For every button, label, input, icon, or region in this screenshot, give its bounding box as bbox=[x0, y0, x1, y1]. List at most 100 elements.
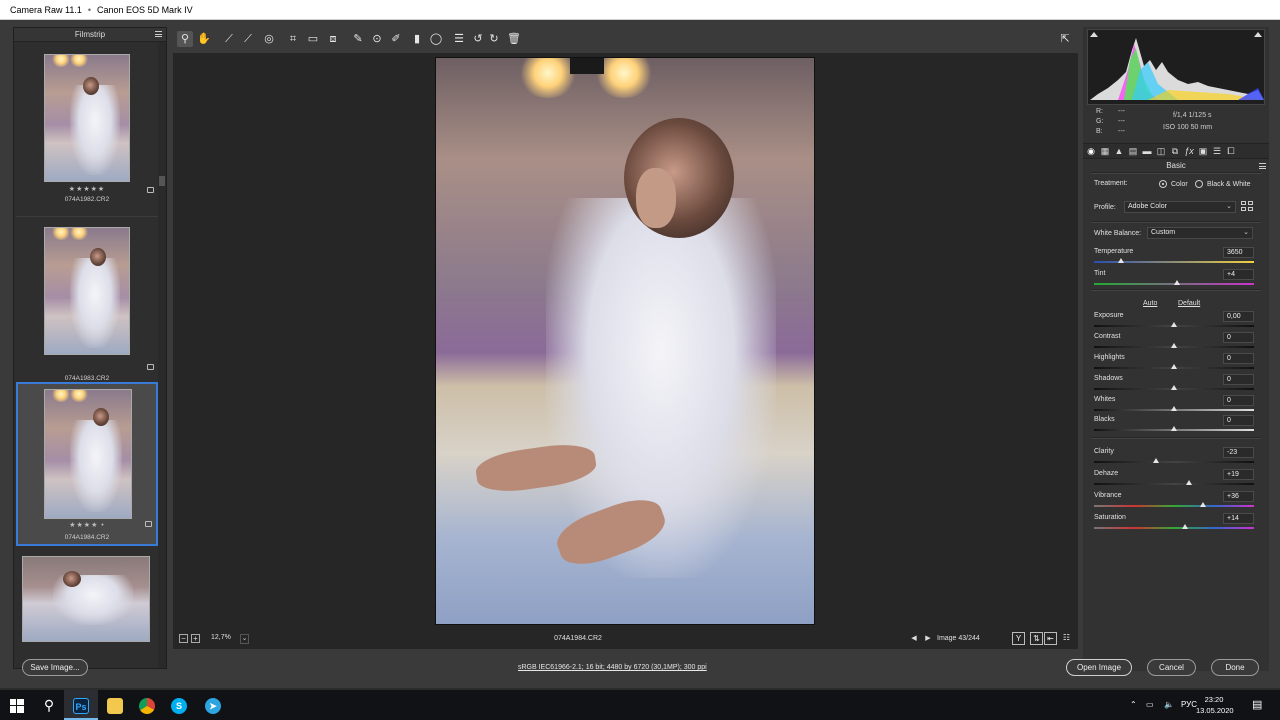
tab-camera-calibration-icon[interactable]: ▣ bbox=[1197, 146, 1209, 157]
white-balance-dropdown[interactable]: Custom ⌄ bbox=[1147, 227, 1253, 239]
tab-split-toning-icon[interactable]: ▬ bbox=[1141, 146, 1153, 157]
hand-tool-icon[interactable]: ✋ bbox=[196, 31, 212, 47]
dehaze-track[interactable] bbox=[1094, 483, 1254, 485]
zoom-out-button[interactable]: − bbox=[179, 634, 188, 643]
vibrance-value[interactable]: +36 bbox=[1223, 491, 1254, 502]
saturation-slider[interactable]: Saturation +14 bbox=[1083, 513, 1269, 534]
red-eye-tool-icon[interactable]: ⊙ bbox=[369, 31, 385, 47]
white-balance-tool-icon[interactable]: ⟋ bbox=[221, 31, 237, 47]
default-link[interactable]: Default bbox=[1178, 300, 1200, 307]
filmstrip-item[interactable]: ★★★★★ 074A1982.CR2 bbox=[16, 48, 158, 208]
tint-handle[interactable] bbox=[1174, 280, 1181, 285]
exposure-slider[interactable]: Exposure 0,00 bbox=[1083, 311, 1269, 332]
previous-image-icon[interactable]: ◀ bbox=[909, 634, 919, 644]
volume-icon[interactable]: 🔈 bbox=[1164, 690, 1174, 720]
main-preview-image[interactable] bbox=[435, 57, 815, 625]
filmstrip-item-selected[interactable]: ★★★★ • 074A1984.CR2 bbox=[16, 382, 158, 546]
shadows-value[interactable]: 0 bbox=[1223, 374, 1254, 385]
treatment-bw-radio[interactable] bbox=[1195, 180, 1203, 188]
auto-link[interactable]: Auto bbox=[1143, 300, 1157, 307]
keyboard-language[interactable]: РУС bbox=[1181, 690, 1197, 720]
contrast-slider[interactable]: Contrast 0 bbox=[1083, 332, 1269, 353]
before-after-icon[interactable]: Y bbox=[1012, 632, 1025, 645]
vibrance-track[interactable] bbox=[1094, 505, 1254, 507]
shadows-slider[interactable]: Shadows 0 bbox=[1083, 374, 1269, 395]
whites-handle[interactable] bbox=[1171, 406, 1177, 411]
saturation-handle[interactable] bbox=[1182, 524, 1189, 529]
save-image-button[interactable]: Save Image... bbox=[22, 659, 88, 676]
highlights-value[interactable]: 0 bbox=[1223, 353, 1254, 364]
treatment-color-radio[interactable] bbox=[1159, 180, 1167, 188]
dehaze-slider[interactable]: Dehaze +19 bbox=[1083, 469, 1269, 490]
dehaze-handle[interactable] bbox=[1186, 480, 1193, 485]
dehaze-value[interactable]: +19 bbox=[1223, 469, 1254, 480]
fullscreen-toggle-icon[interactable]: ⇱ bbox=[1057, 31, 1073, 47]
tab-effects-icon[interactable]: ƒx bbox=[1183, 146, 1195, 157]
filmstrip-item[interactable] bbox=[16, 554, 158, 654]
contrast-value[interactable]: 0 bbox=[1223, 332, 1254, 343]
vibrance-slider[interactable]: Vibrance +36 bbox=[1083, 491, 1269, 512]
saturation-track[interactable] bbox=[1094, 527, 1254, 529]
tab-hsl-icon[interactable]: ▤ bbox=[1127, 146, 1139, 157]
exposure-handle[interactable] bbox=[1171, 322, 1177, 327]
saturation-value[interactable]: +14 bbox=[1223, 513, 1254, 524]
network-icon[interactable]: ▭ bbox=[1146, 690, 1154, 720]
tab-snapshots-icon[interactable]: ⧠ bbox=[1225, 146, 1237, 157]
tint-value[interactable]: +4 bbox=[1223, 269, 1254, 280]
spot-removal-tool-icon[interactable]: ✎ bbox=[350, 31, 366, 47]
taskbar-skype[interactable]: S bbox=[162, 690, 196, 720]
zoom-in-button[interactable]: + bbox=[191, 634, 200, 643]
clarity-value[interactable]: -23 bbox=[1223, 447, 1254, 458]
taskbar-telegram[interactable]: ➤ bbox=[196, 690, 230, 720]
temperature-handle[interactable] bbox=[1118, 258, 1125, 263]
copy-settings-icon[interactable]: ⇤ bbox=[1044, 632, 1057, 645]
clarity-track[interactable] bbox=[1094, 461, 1254, 463]
highlights-slider[interactable]: Highlights 0 bbox=[1083, 353, 1269, 374]
preview-preferences-icon[interactable]: ☷ bbox=[1060, 632, 1073, 645]
targeted-adjustment-tool-icon[interactable]: ◎ bbox=[261, 31, 277, 47]
highlights-handle[interactable] bbox=[1171, 364, 1177, 369]
color-sampler-tool-icon[interactable]: ⟋ bbox=[240, 31, 256, 47]
crop-tool-icon[interactable]: ⌗ bbox=[285, 31, 301, 47]
whites-value[interactable]: 0 bbox=[1223, 395, 1254, 406]
profile-dropdown[interactable]: Adobe Color ⌄ bbox=[1124, 201, 1236, 213]
swap-settings-icon[interactable]: ⇅ bbox=[1030, 632, 1043, 645]
filmstrip-scrollbar[interactable] bbox=[158, 42, 166, 668]
graduated-filter-icon[interactable]: ▮ bbox=[409, 31, 425, 47]
cancel-button[interactable]: Cancel bbox=[1147, 659, 1196, 676]
blacks-slider[interactable]: Blacks 0 bbox=[1083, 415, 1269, 436]
rotate-cw-icon[interactable]: ↻ bbox=[486, 31, 502, 47]
tab-lens-corrections-icon[interactable]: ◫ bbox=[1155, 146, 1167, 157]
exposure-value[interactable]: 0,00 bbox=[1223, 311, 1254, 322]
profile-browser-icon[interactable] bbox=[1241, 201, 1254, 213]
open-image-button[interactable]: Open Image bbox=[1066, 659, 1132, 676]
radial-filter-icon[interactable]: ◯ bbox=[428, 31, 444, 47]
done-button[interactable]: Done bbox=[1211, 659, 1259, 676]
clarity-slider[interactable]: Clarity -23 bbox=[1083, 447, 1269, 468]
blacks-handle[interactable] bbox=[1171, 426, 1177, 431]
contrast-handle[interactable] bbox=[1171, 343, 1177, 348]
shadows-handle[interactable] bbox=[1171, 385, 1177, 390]
clock[interactable]: 23:20 13.05.2020 bbox=[1196, 694, 1234, 716]
preferences-icon[interactable]: ☰ bbox=[451, 31, 467, 47]
blacks-value[interactable]: 0 bbox=[1223, 415, 1254, 426]
clarity-handle[interactable] bbox=[1152, 458, 1159, 463]
tab-tone-curve-icon[interactable]: ▦ bbox=[1099, 146, 1111, 157]
workflow-options-link[interactable]: sRGB IEC61966-2.1; 16 bit; 4480 by 6720 … bbox=[518, 664, 707, 671]
tab-basic-icon[interactable]: ◉ bbox=[1085, 146, 1097, 157]
shadow-clipping-icon[interactable] bbox=[1090, 32, 1098, 37]
filmstrip-item[interactable]: 074A1983.CR2 bbox=[16, 216, 158, 382]
scrollbar-thumb[interactable] bbox=[159, 176, 165, 186]
adjustment-brush-icon[interactable]: ✐ bbox=[388, 31, 404, 47]
zoom-tool-icon[interactable]: ⚲ bbox=[177, 31, 193, 47]
filmstrip-menu-icon[interactable] bbox=[155, 31, 162, 37]
temperature-slider[interactable]: Temperature 3650 bbox=[1083, 247, 1269, 268]
rotate-ccw-icon[interactable]: ↺ bbox=[470, 31, 486, 47]
vibrance-handle[interactable] bbox=[1199, 502, 1206, 507]
highlight-clipping-icon[interactable] bbox=[1254, 32, 1262, 37]
next-image-icon[interactable]: ▶ bbox=[923, 634, 933, 644]
notifications-icon[interactable]: ▤ bbox=[1252, 690, 1262, 720]
tab-detail-icon[interactable]: ▲ bbox=[1113, 146, 1125, 157]
search-icon[interactable]: ⚲ bbox=[32, 690, 66, 720]
image-preview-area[interactable] bbox=[173, 53, 1078, 649]
